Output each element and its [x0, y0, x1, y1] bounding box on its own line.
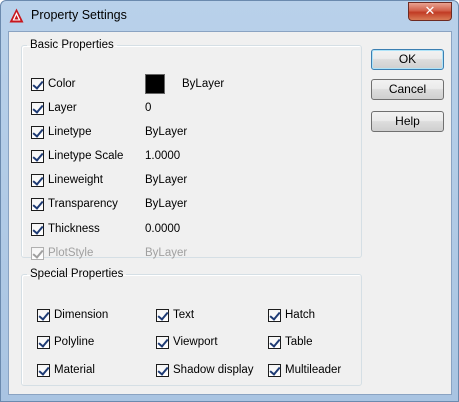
close-icon: ✕ [424, 4, 436, 19]
color-swatch [145, 74, 165, 94]
window-title: Property Settings [31, 8, 127, 22]
linetype-label: Linetype [48, 126, 92, 138]
close-button[interactable]: ✕ [408, 2, 452, 21]
shadow-display-checkbox[interactable] [156, 364, 169, 377]
multileader-checkbox[interactable] [268, 364, 281, 377]
dimension-label: Dimension [54, 309, 109, 321]
dialog-window: Property Settings ✕ Basic Properties Col… [0, 0, 459, 402]
text-label: Text [173, 309, 195, 321]
special-properties-group: Special Properties Dimension Text Hatch … [21, 268, 362, 386]
color-checkbox[interactable] [31, 78, 44, 91]
polyline-checkbox[interactable] [37, 336, 50, 349]
linetype-value: ByLayer [145, 126, 188, 138]
hatch-label: Hatch [285, 309, 316, 321]
plotstyle-label: PlotStyle [48, 247, 94, 259]
thickness-label: Thickness [48, 223, 100, 235]
linetype-checkbox[interactable] [31, 126, 44, 139]
dialog-body: Basic Properties Color ByLayer Layer 0 L… [8, 31, 452, 395]
plotstyle-value: ByLayer [145, 247, 188, 259]
polyline-label: Polyline [54, 336, 95, 348]
basic-properties-group: Basic Properties Color ByLayer Layer 0 L… [21, 39, 362, 260]
basic-properties-legend: Basic Properties [30, 39, 114, 51]
color-label: Color [48, 78, 76, 90]
table-label: Table [285, 336, 313, 348]
text-checkbox[interactable] [156, 309, 169, 322]
thickness-checkbox[interactable] [31, 223, 44, 236]
layer-label: Layer [48, 102, 77, 114]
color-value: ByLayer [182, 78, 225, 90]
linetype-scale-value: 1.0000 [145, 150, 181, 162]
title-bar[interactable]: Property Settings ✕ [1, 1, 458, 31]
layer-value: 0 [145, 102, 152, 114]
shadow-display-label: Shadow display [173, 364, 254, 376]
special-properties-legend: Special Properties [30, 268, 124, 280]
thickness-value: 0.0000 [145, 223, 181, 235]
material-checkbox[interactable] [37, 364, 50, 377]
hatch-checkbox[interactable] [268, 309, 281, 322]
viewport-label: Viewport [173, 336, 218, 348]
help-button[interactable]: Help [371, 111, 444, 132]
multileader-label: Multileader [285, 364, 342, 376]
viewport-checkbox[interactable] [156, 336, 169, 349]
autocad-a-icon [9, 8, 24, 23]
layer-checkbox[interactable] [31, 102, 44, 115]
transparency-checkbox[interactable] [31, 198, 44, 211]
transparency-label: Transparency [48, 198, 118, 210]
lineweight-label: Lineweight [48, 174, 103, 186]
table-checkbox[interactable] [268, 336, 281, 349]
transparency-value: ByLayer [145, 198, 188, 210]
linetype-scale-checkbox[interactable] [31, 150, 44, 163]
cancel-button[interactable]: Cancel [371, 79, 444, 100]
lineweight-value: ByLayer [145, 174, 188, 186]
material-label: Material [54, 364, 95, 376]
dimension-checkbox[interactable] [37, 309, 50, 322]
linetype-scale-label: Linetype Scale [48, 150, 124, 162]
lineweight-checkbox[interactable] [31, 174, 44, 187]
ok-button[interactable]: OK [371, 49, 444, 70]
plotstyle-checkbox [31, 247, 44, 260]
